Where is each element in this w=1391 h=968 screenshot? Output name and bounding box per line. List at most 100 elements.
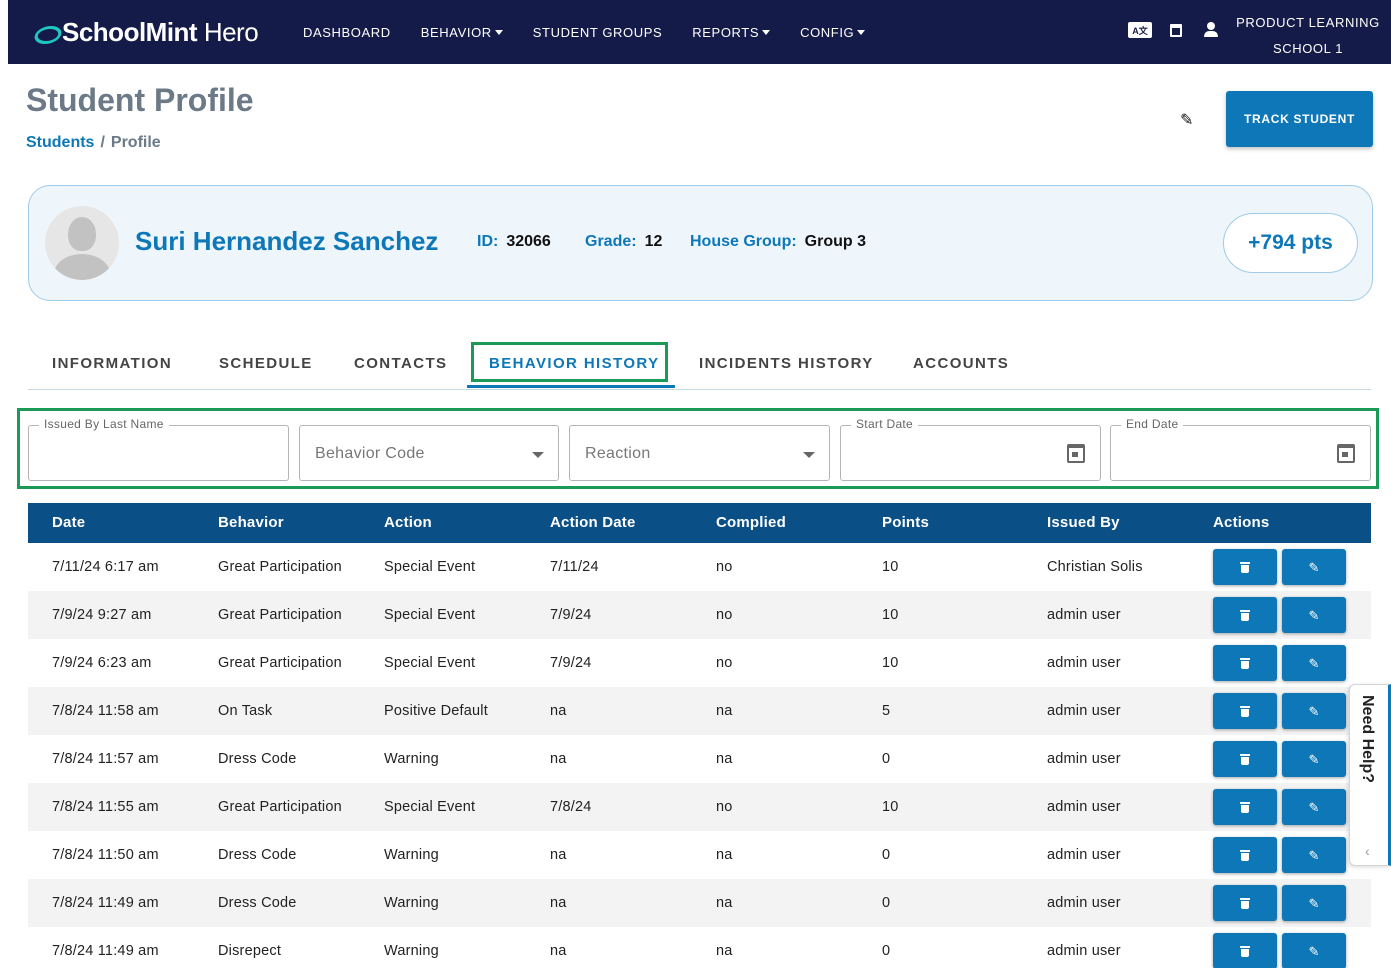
cell-behavior: Dress Code <box>218 751 297 767</box>
need-help-widget[interactable]: Need Help? ‹ <box>1349 684 1391 866</box>
logo-icon <box>34 24 58 40</box>
behavior-code-placeholder: Behavior Code <box>315 445 425 462</box>
tab-accounts[interactable]: ACCOUNTS <box>913 355 1009 372</box>
cell-action-date: na <box>550 895 567 911</box>
translate-icon[interactable]: A文 <box>1128 22 1152 38</box>
cell-date: 7/8/24 11:55 am <box>52 799 159 815</box>
cell-complied: na <box>716 751 733 767</box>
cell-points: 0 <box>882 895 891 911</box>
cell-action: Warning <box>384 847 439 863</box>
table-row: 7/9/24 9:27 am Great Participation Special… <box>28 591 1371 639</box>
breadcrumb-students-link[interactable]: Students <box>26 134 94 151</box>
edit-button[interactable]: ✎ <box>1282 837 1346 873</box>
cell-action: Warning <box>384 895 439 911</box>
cell-complied: na <box>716 895 733 911</box>
column-header: Date <box>52 514 86 531</box>
edit-button[interactable]: ✎ <box>1282 885 1346 921</box>
cell-behavior: Disrepect <box>218 943 282 959</box>
student-name: Suri Hernandez Sanchez <box>135 226 439 256</box>
cell-date: 7/8/24 11:49 am <box>52 943 159 959</box>
calendar-icon[interactable] <box>1337 444 1355 463</box>
edit-button[interactable]: ✎ <box>1282 933 1346 968</box>
delete-button[interactable] <box>1213 837 1277 873</box>
table-row: 7/8/24 11:49 am Disrepect Warning na na 0 admi… <box>28 927 1371 968</box>
delete-button[interactable] <box>1213 933 1277 968</box>
cell-action-date: 7/9/24 <box>550 655 592 671</box>
edit-profile-pencil-icon[interactable]: ✎ <box>1180 110 1198 129</box>
calendar-icon[interactable] <box>1067 444 1085 463</box>
edit-button[interactable]: ✎ <box>1282 741 1346 777</box>
delete-button[interactable] <box>1213 693 1277 729</box>
edit-button[interactable]: ✎ <box>1282 693 1346 729</box>
nav-config[interactable]: CONFIG <box>800 25 866 40</box>
nav-reports[interactable]: REPORTS <box>692 25 771 40</box>
table-row: 7/9/24 6:23 am Great Participation Special… <box>28 639 1371 687</box>
chevron-left-icon[interactable]: ‹ <box>1365 843 1370 859</box>
cell-points: 0 <box>882 751 891 767</box>
pencil-icon: ✎ <box>1308 703 1320 719</box>
tab-information[interactable]: INFORMATION <box>52 355 172 372</box>
trash-icon <box>1240 801 1250 813</box>
cell-behavior: Great Participation <box>218 607 342 623</box>
cell-action-date: na <box>550 751 567 767</box>
cell-action-date: na <box>550 703 567 719</box>
student-id: ID: 32066 <box>477 233 551 250</box>
calendar-icon[interactable] <box>1170 23 1182 37</box>
edit-button[interactable]: ✎ <box>1282 789 1346 825</box>
delete-button[interactable] <box>1213 789 1277 825</box>
breadcrumb: Students / Profile <box>26 134 161 152</box>
cell-complied: no <box>716 799 733 815</box>
cell-points: 10 <box>882 799 899 815</box>
cell-points: 10 <box>882 559 899 575</box>
cell-issued-by: admin user <box>1047 751 1121 767</box>
cell-issued-by: Christian Solis <box>1047 559 1143 575</box>
tab-behavior-history[interactable]: BEHAVIOR HISTORY <box>489 355 659 372</box>
cell-issued-by: admin user <box>1047 895 1121 911</box>
nav-student-groups[interactable]: STUDENT GROUPS <box>533 25 663 40</box>
trash-icon <box>1240 849 1250 861</box>
behavior-code-select[interactable]: Behavior Code <box>299 425 559 481</box>
edit-button[interactable]: ✎ <box>1282 645 1346 681</box>
delete-button[interactable] <box>1213 597 1277 633</box>
reaction-select[interactable]: Reaction <box>569 425 830 481</box>
pencil-icon: ✎ <box>1308 847 1320 863</box>
nav-dashboard[interactable]: DASHBOARD <box>303 25 391 40</box>
trash-icon <box>1240 657 1250 669</box>
edit-button[interactable]: ✎ <box>1282 549 1346 585</box>
nav-behavior[interactable]: BEHAVIOR <box>421 25 503 40</box>
logo-product: Hero <box>197 16 259 47</box>
cell-points: 10 <box>882 655 899 671</box>
table-body: 7/11/24 6:17 am Great Participation Specia… <box>28 543 1371 968</box>
dropdown-arrow-icon <box>803 452 815 458</box>
tab-schedule[interactable]: SCHEDULE <box>219 355 313 372</box>
column-header: Action <box>384 514 432 531</box>
student-house-group: House Group: Group 3 <box>690 233 867 250</box>
top-icons: A文 <box>1128 22 1218 38</box>
schoolmint-hero-logo[interactable]: SchoolMint Hero <box>34 16 259 48</box>
cell-complied: na <box>716 847 733 863</box>
cell-action: Special Event <box>384 655 476 671</box>
issued-by-last-name-input[interactable]: Issued By Last Name <box>28 417 289 481</box>
edit-button[interactable]: ✎ <box>1282 597 1346 633</box>
delete-button[interactable] <box>1213 885 1277 921</box>
cell-behavior: On Task <box>218 703 273 719</box>
school-selector[interactable]: PRODUCT LEARNING SCHOOL 1 <box>1228 10 1388 62</box>
delete-button[interactable] <box>1213 549 1277 585</box>
table-row: 7/8/24 11:49 am Dress Code Warning na na 0 adm… <box>28 879 1371 927</box>
tab-incidents-history[interactable]: INCIDENTS HISTORY <box>699 355 874 372</box>
track-student-button[interactable]: TRACK STUDENT <box>1226 91 1373 147</box>
cell-complied: no <box>716 607 733 623</box>
start-date-input[interactable]: Start Date <box>840 417 1101 481</box>
delete-button[interactable] <box>1213 645 1277 681</box>
cell-action: Warning <box>384 751 439 767</box>
user-icon[interactable] <box>1204 22 1218 38</box>
issued-by-label: Issued By Last Name <box>39 417 169 431</box>
caret-down-icon <box>762 29 771 35</box>
end-date-input[interactable]: End Date <box>1110 417 1371 481</box>
main-nav: DASHBOARD BEHAVIOR STUDENT GROUPS REPORT… <box>303 0 895 64</box>
table-row: 7/11/24 6:17 am Great Participation Specia… <box>28 543 1371 591</box>
column-header: Points <box>882 514 930 531</box>
cell-date: 7/8/24 11:58 am <box>52 703 159 719</box>
delete-button[interactable] <box>1213 741 1277 777</box>
tab-contacts[interactable]: CONTACTS <box>354 355 447 372</box>
